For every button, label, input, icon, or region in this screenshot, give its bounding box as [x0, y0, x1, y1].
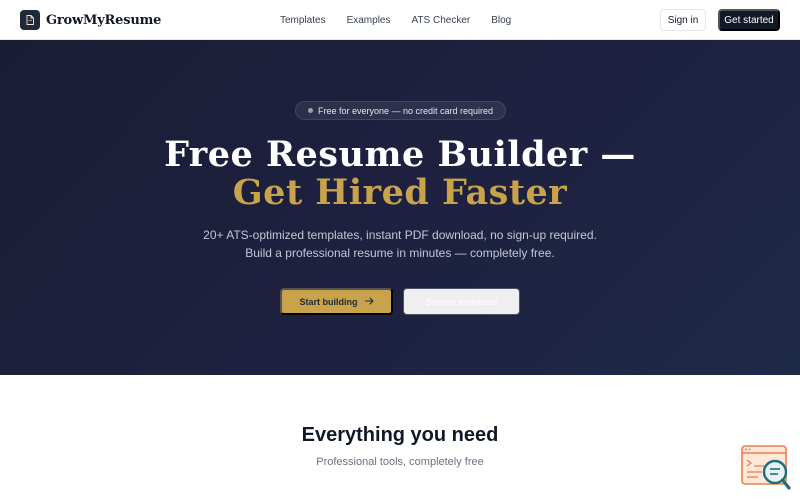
badge-text: Free for everyone — no credit card requi…: [317, 105, 494, 116]
hero-subtitle-line1: 20+ ATS-optimized templates, instant PDF…: [203, 228, 597, 242]
document-icon: [20, 10, 40, 30]
nav-links: Templates Examples ATS Checker Blog: [280, 0, 532, 40]
free-badge: Free for everyone — no credit card requi…: [295, 101, 506, 120]
arrow-right-icon: [364, 296, 374, 307]
browse-templates-button[interactable]: Browse templates: [403, 288, 520, 315]
hero-title-line1: Free Resume Builder —: [164, 134, 636, 175]
top-navbar: GrowMyResume Templates Examples ATS Chec…: [0, 0, 800, 40]
start-building-label: Start building: [299, 296, 358, 307]
hero-title-line2: Get Hired Faster: [232, 172, 568, 213]
status-dot-icon: [307, 108, 313, 113]
nav-link-templates[interactable]: Templates: [280, 15, 326, 26]
features-title: Everything you need: [301, 424, 499, 446]
nav-link-ats-checker[interactable]: ATS Checker: [411, 15, 470, 26]
resume-search-icon: [741, 445, 791, 490]
floating-ats-check-widget[interactable]: [740, 444, 792, 492]
hero-section: Free for everyone — no credit card requi…: [0, 40, 800, 375]
nav-link-examples[interactable]: Examples: [347, 15, 391, 26]
start-building-button[interactable]: Start building: [280, 288, 393, 315]
hero-subtitle-line2: Build a professional resume in minutes —…: [245, 246, 555, 260]
get-started-button[interactable]: Get started: [718, 9, 780, 31]
brand-logo-link[interactable]: GrowMyResume: [20, 10, 161, 30]
features-subtitle: Professional tools, completely free: [316, 456, 484, 468]
brand-name: GrowMyResume: [46, 12, 162, 28]
sign-in-button[interactable]: Sign in: [660, 9, 706, 31]
nav-link-blog[interactable]: Blog: [491, 15, 511, 26]
